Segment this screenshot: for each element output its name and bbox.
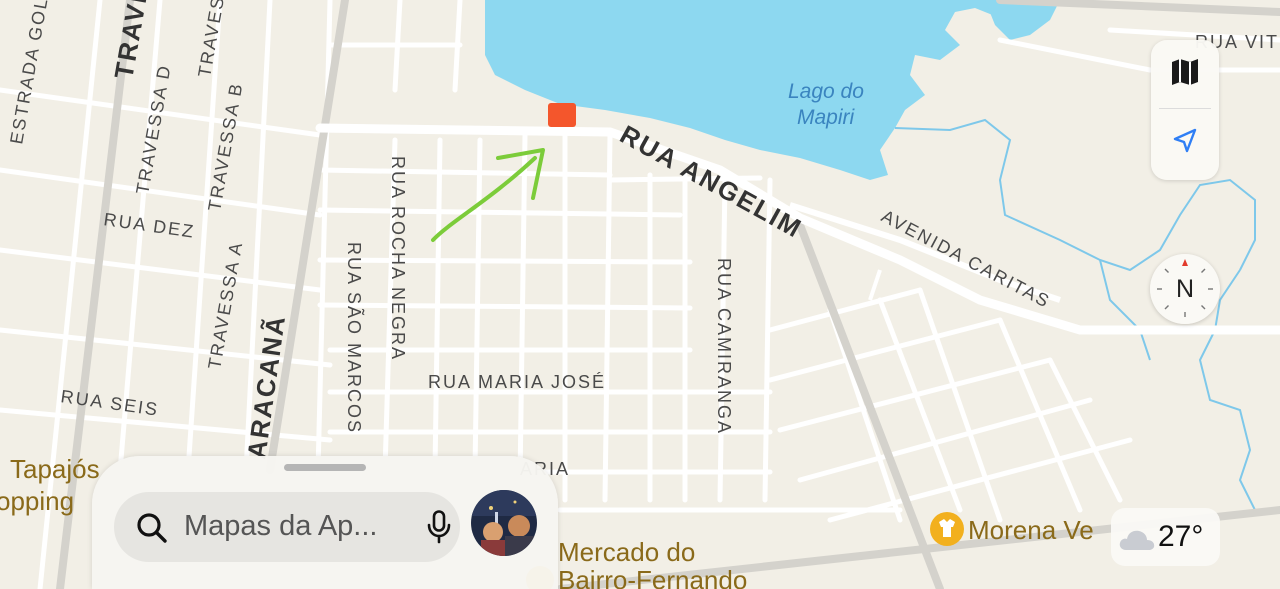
search-sheet[interactable]: Mapas da Ap... xyxy=(92,456,558,589)
poi-label-tapajos-line1: Tapajós xyxy=(10,454,100,484)
poi-label-tapajos-line2: opping xyxy=(0,486,74,516)
poi-label-mercado-line1: Mercado do xyxy=(558,537,695,567)
weather-badge[interactable]: 27° xyxy=(1111,508,1220,566)
map-icon xyxy=(1170,58,1200,91)
weather-temperature: 27° xyxy=(1158,520,1204,553)
sheet-grabber[interactable] xyxy=(284,464,366,471)
location-marker[interactable] xyxy=(548,103,576,127)
search-field[interactable]: Mapas da Ap... xyxy=(114,492,460,562)
street-label-rua-rocha-negra: RUA ROCHA NEGRA xyxy=(388,156,408,361)
street-label-rua-maria-jose: RUA MARIA JOSÉ xyxy=(428,372,606,392)
poi-label-mercado-line2: Bairro-Fernando xyxy=(558,565,747,589)
location-arrow-icon xyxy=(1171,127,1199,160)
water-label-line2: Mapiri xyxy=(797,106,856,129)
compass-button[interactable]: N xyxy=(1150,254,1220,324)
poi-label-morena: Morena Ve xyxy=(968,515,1094,545)
avatar[interactable] xyxy=(471,490,537,556)
map-mode-button[interactable] xyxy=(1151,40,1219,108)
cloud-icon xyxy=(1117,524,1157,552)
search-icon xyxy=(136,512,168,544)
street-label-rua-camiranga: RUA CAMIRANGA xyxy=(714,258,734,435)
mic-icon[interactable] xyxy=(426,510,452,544)
location-button[interactable] xyxy=(1151,109,1219,177)
map-controls xyxy=(1151,40,1219,180)
compass-north-label: N xyxy=(1175,274,1195,303)
water-label-line1: Lago do xyxy=(788,80,864,103)
search-placeholder: Mapas da Ap... xyxy=(184,510,378,542)
street-label-rua-sao-marcos: RUA SÃO MARCOS xyxy=(344,242,365,434)
poi-pin-morena[interactable] xyxy=(930,512,964,546)
